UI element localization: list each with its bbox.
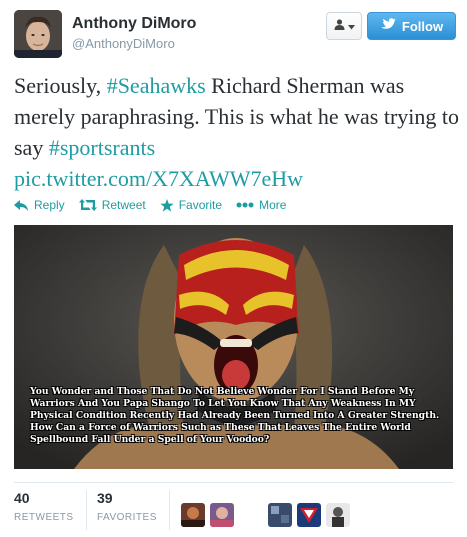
user-display-name[interactable]: Anthony DiMoro xyxy=(72,15,196,33)
favoriter-avatar[interactable] xyxy=(268,503,292,527)
favoriter-avatar[interactable] xyxy=(181,503,205,527)
user-avatar[interactable] xyxy=(14,10,62,58)
more-dots-icon xyxy=(236,202,254,208)
tweet-actions: Reply Retweet Favorite More xyxy=(14,196,300,214)
retweets-stat[interactable]: 40 RETWEETS xyxy=(14,490,74,523)
tweet-text-part: Seriously, xyxy=(14,73,107,98)
star-icon xyxy=(160,198,174,212)
user-icon xyxy=(334,17,345,35)
reply-action[interactable]: Reply xyxy=(14,198,65,212)
follow-button-label: Follow xyxy=(401,18,444,34)
hashtag-seahawks[interactable]: #Seahawks xyxy=(107,73,206,98)
hashtag-sportsrants[interactable]: #sportsrants xyxy=(49,135,155,160)
stats-divider xyxy=(86,490,87,530)
follow-button[interactable]: Follow xyxy=(367,12,456,40)
more-label: More xyxy=(259,198,287,212)
favorite-label: Favorite xyxy=(178,198,223,212)
twitter-bird-icon xyxy=(380,18,396,34)
retweet-action[interactable]: Retweet xyxy=(78,198,146,212)
favorites-stat[interactable]: 39 FAVORITES xyxy=(97,490,157,523)
reply-icon xyxy=(14,199,29,211)
favorites-count: 39 xyxy=(97,490,113,506)
retweets-label: RETWEETS xyxy=(14,512,74,523)
favorites-label: FAVORITES xyxy=(97,512,157,523)
tweet-photo[interactable]: You Wonder and Those That Do Not Believe… xyxy=(14,225,453,469)
favorite-action[interactable]: Favorite xyxy=(160,198,222,212)
reply-label: Reply xyxy=(34,198,65,212)
pic-link[interactable]: pic.twitter.com/X7XAWW7eHw xyxy=(14,166,303,191)
favoriter-avatar[interactable] xyxy=(326,503,350,527)
photo-caption: You Wonder and Those That Do Not Believe… xyxy=(30,386,440,445)
stats-divider xyxy=(169,490,170,530)
stats-top-divider xyxy=(14,482,453,483)
tweet-text: Seriously, #Seahawks Richard Sherman was… xyxy=(14,70,459,194)
user-actions-dropdown[interactable] xyxy=(326,12,362,40)
favoriter-avatar[interactable] xyxy=(210,503,234,527)
retweet-icon xyxy=(78,199,97,211)
retweets-count: 40 xyxy=(14,490,30,506)
retweet-label: Retweet xyxy=(101,198,146,212)
user-handle[interactable]: @AnthonyDiMoro xyxy=(72,36,175,51)
favoriter-avatar[interactable] xyxy=(297,503,321,527)
tweet-header: Anthony DiMoro @AnthonyDiMoro Follow xyxy=(14,10,456,60)
more-action[interactable]: More xyxy=(236,198,286,212)
caret-down-icon xyxy=(347,17,355,35)
